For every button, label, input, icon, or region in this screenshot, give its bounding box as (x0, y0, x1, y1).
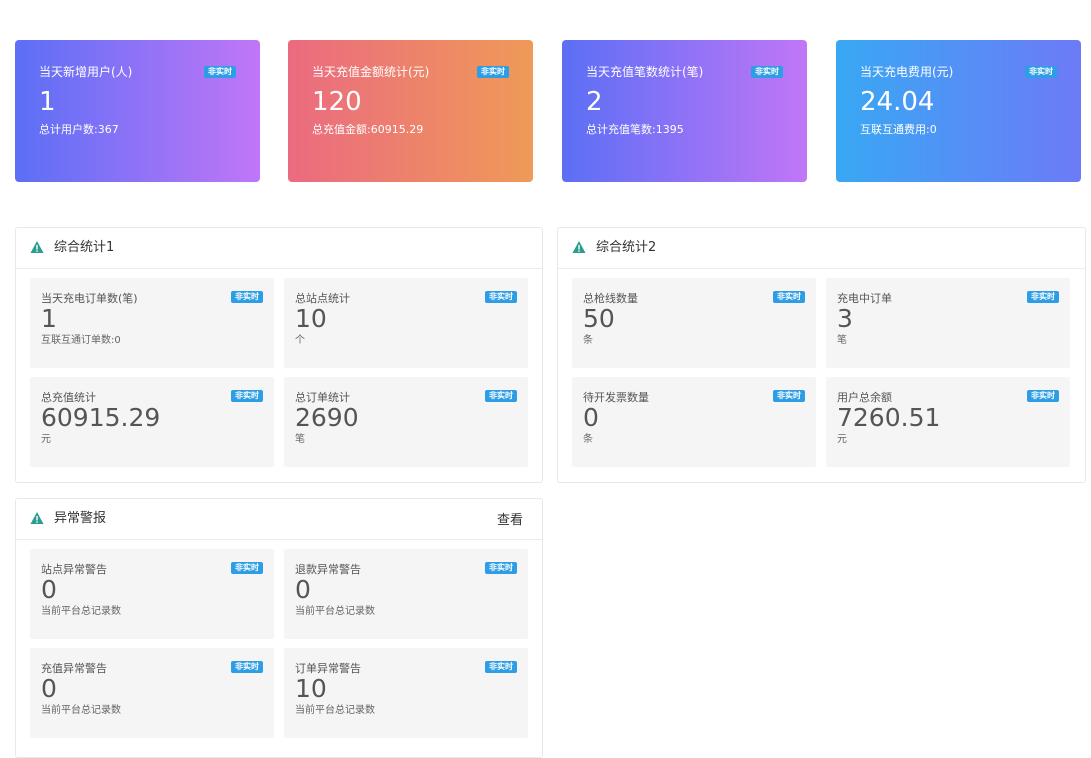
stat-label: 当天充电订单数(笔) (41, 292, 138, 305)
stat-label: 站点异常警告 (41, 563, 107, 576)
panel-title: 异常警报 (54, 511, 107, 526)
stat-card-charging-fee: 当天充电费用(元) 24.04 互联互通费用:0 非实时 (836, 40, 1081, 182)
stat-label: 待开发票数量 (583, 391, 649, 404)
non-realtime-badge: 非实时 (773, 291, 805, 303)
warning-icon (30, 512, 44, 524)
view-link[interactable]: 查看 (497, 512, 523, 530)
stat-charging-orders: 充电中订单 3 笔 非实时 (826, 278, 1070, 368)
stat-pending-invoices: 待开发票数量 0 条 非实时 (572, 377, 816, 467)
card-value: 24.04 (860, 87, 935, 117)
non-realtime-badge: 非实时 (751, 66, 783, 78)
stat-unit: 当前平台总记录数 (41, 606, 121, 617)
stat-unit: 互联互通订单数:0 (41, 335, 121, 346)
non-realtime-badge: 非实时 (773, 390, 805, 402)
stat-order-alert: 订单异常警告 10 当前平台总记录数 非实时 (284, 648, 528, 738)
stat-recharge-alert: 充值异常警告 0 当前平台总记录数 非实时 (30, 648, 274, 738)
stat-value: 1 (41, 304, 57, 333)
panel-title: 综合统计2 (596, 240, 657, 255)
stat-unit: 当前平台总记录数 (295, 606, 375, 617)
stat-unit: 条 (583, 434, 593, 445)
non-realtime-badge: 非实时 (231, 390, 263, 402)
stat-label: 总站点统计 (295, 292, 350, 305)
stat-label: 充值异常警告 (41, 662, 107, 675)
panel-overall-stats-2: 综合统计2 总枪线数量 50 条 非实时 充电中订单 3 笔 非实时 待开发票数… (557, 227, 1086, 483)
card-subtext: 总充值金额:60915.29 (312, 123, 424, 136)
panel-anomaly-alerts: 异常警报 查看 站点异常警告 0 当前平台总记录数 非实时 退款异常警告 0 当… (15, 498, 543, 758)
non-realtime-badge: 非实时 (231, 562, 263, 574)
stat-total-gun-lines: 总枪线数量 50 条 非实时 (572, 278, 816, 368)
stat-value: 7260.51 (837, 403, 941, 432)
non-realtime-badge: 非实时 (485, 661, 517, 673)
stat-unit: 当前平台总记录数 (295, 705, 375, 716)
stat-label: 总枪线数量 (583, 292, 638, 305)
stat-value: 0 (583, 403, 599, 432)
non-realtime-badge: 非实时 (477, 66, 509, 78)
panel-header: 异常警报 查看 (16, 499, 542, 540)
stat-value: 60915.29 (41, 403, 161, 432)
stat-value: 3 (837, 304, 853, 333)
non-realtime-badge: 非实时 (1027, 390, 1059, 402)
non-realtime-badge: 非实时 (204, 66, 236, 78)
stat-total-stations: 总站点统计 10 个 非实时 (284, 278, 528, 368)
non-realtime-badge: 非实时 (231, 291, 263, 303)
card-value: 2 (586, 87, 603, 117)
non-realtime-badge: 非实时 (1025, 66, 1057, 78)
stat-unit: 条 (583, 335, 593, 346)
stat-today-charging-orders: 当天充电订单数(笔) 1 互联互通订单数:0 非实时 (30, 278, 274, 368)
card-value: 1 (39, 87, 56, 117)
warning-icon (572, 241, 586, 253)
stat-unit: 个 (295, 335, 305, 346)
card-subtext: 总计用户数:367 (39, 123, 119, 136)
stat-label: 退款异常警告 (295, 563, 361, 576)
stat-value: 10 (295, 674, 327, 703)
stat-card-recharge-amount: 当天充值金额统计(元) 120 总充值金额:60915.29 非实时 (288, 40, 533, 182)
non-realtime-badge: 非实时 (485, 562, 517, 574)
stat-station-alert: 站点异常警告 0 当前平台总记录数 非实时 (30, 549, 274, 639)
stat-user-total-balance: 用户总余额 7260.51 元 非实时 (826, 377, 1070, 467)
panel-overall-stats-1: 综合统计1 当天充电订单数(笔) 1 互联互通订单数:0 非实时 总站点统计 1… (15, 227, 543, 483)
stat-value: 2690 (295, 403, 359, 432)
stat-unit: 元 (41, 434, 51, 445)
stat-value: 0 (41, 575, 57, 604)
stat-value: 10 (295, 304, 327, 333)
stat-value: 50 (583, 304, 615, 333)
stat-unit: 元 (837, 434, 847, 445)
stat-unit: 当前平台总记录数 (41, 705, 121, 716)
stat-label: 充电中订单 (837, 292, 892, 305)
stat-unit: 笔 (295, 434, 305, 445)
panel-header: 综合统计2 (558, 228, 1085, 269)
stat-label: 订单异常警告 (295, 662, 361, 675)
stat-total-recharge: 总充值统计 60915.29 元 非实时 (30, 377, 274, 467)
stat-value: 0 (295, 575, 311, 604)
stat-value: 0 (41, 674, 57, 703)
stat-card-new-users: 当天新增用户(人) 1 总计用户数:367 非实时 (15, 40, 260, 182)
card-subtext: 总计充值笔数:1395 (586, 123, 684, 136)
panel-header: 综合统计1 (16, 228, 542, 269)
non-realtime-badge: 非实时 (1027, 291, 1059, 303)
card-value: 120 (312, 87, 362, 117)
non-realtime-badge: 非实时 (485, 390, 517, 402)
non-realtime-badge: 非实时 (231, 661, 263, 673)
warning-icon (30, 241, 44, 253)
stat-card-recharge-count: 当天充值笔数统计(笔) 2 总计充值笔数:1395 非实时 (562, 40, 807, 182)
non-realtime-badge: 非实时 (485, 291, 517, 303)
panel-title: 综合统计1 (54, 240, 115, 255)
card-subtext: 互联互通费用:0 (860, 123, 937, 136)
stat-total-orders: 总订单统计 2690 笔 非实时 (284, 377, 528, 467)
stat-unit: 笔 (837, 335, 847, 346)
stat-refund-alert: 退款异常警告 0 当前平台总记录数 非实时 (284, 549, 528, 639)
